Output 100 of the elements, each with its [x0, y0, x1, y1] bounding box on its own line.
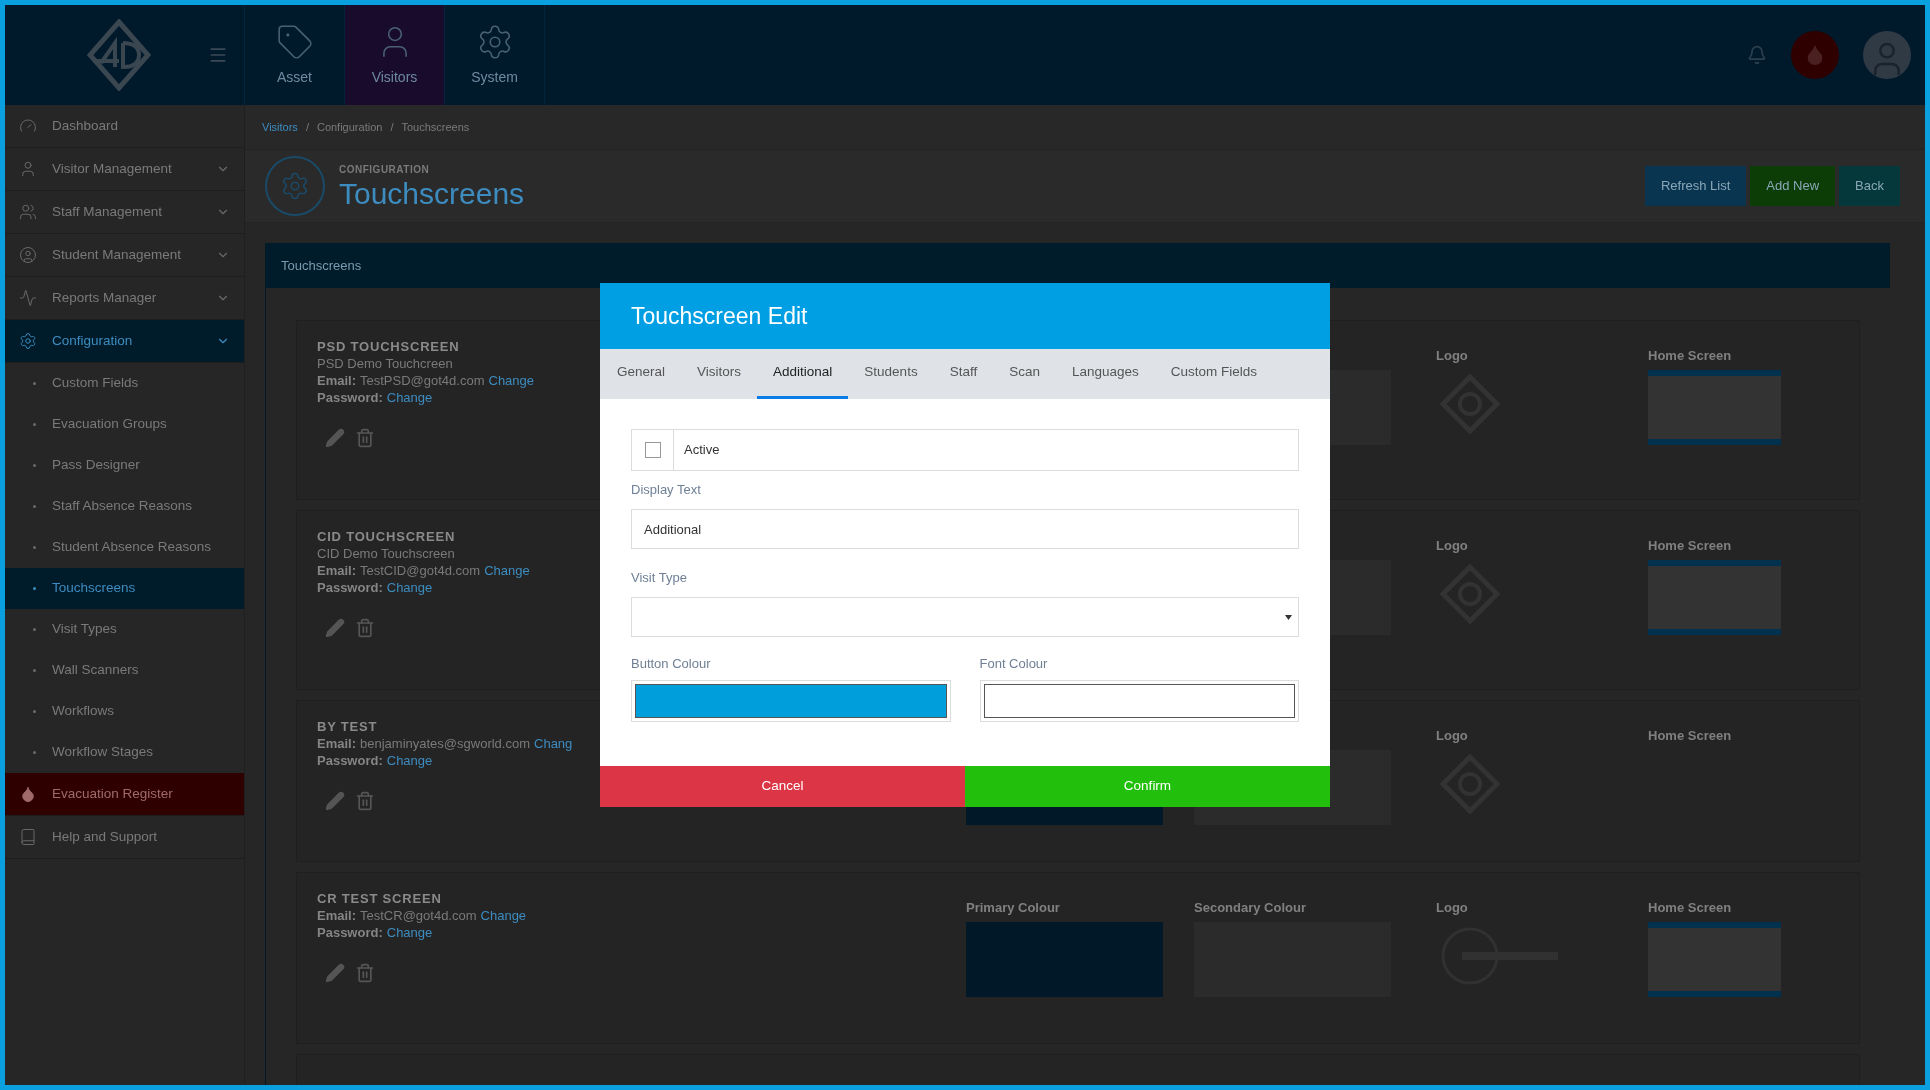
- bullet-icon: [33, 423, 36, 426]
- column-label: Home Screen: [1648, 727, 1732, 744]
- dialog-tab[interactable]: Staff: [933, 349, 994, 399]
- column-label: Logo: [1436, 537, 1468, 554]
- dialog-button[interactable]: Cancel: [600, 766, 965, 807]
- dialog-title: Touchscreen Edit: [631, 301, 808, 331]
- email-label: Email:: [317, 372, 356, 389]
- change-link[interactable]: Chang: [534, 735, 573, 752]
- card-title: CR TEST SCREEN: [317, 890, 442, 907]
- panel-title: Touchscreens: [281, 256, 362, 275]
- column-label: Home Screen: [1648, 899, 1732, 916]
- email-value: TestCID@got4d.com: [360, 562, 481, 579]
- card-title: PSD TOUCHSCREEN: [317, 338, 460, 355]
- password-label: Password:: [317, 579, 383, 596]
- change-link[interactable]: Change: [484, 562, 530, 579]
- password-label: Password:: [317, 752, 383, 769]
- breadcrumb-link[interactable]: Visitors: [262, 118, 298, 136]
- bullet-icon: [33, 546, 36, 549]
- edit-icon[interactable]: [325, 791, 345, 811]
- person-icon: [19, 160, 37, 178]
- breadcrumb-separator: /: [390, 119, 394, 135]
- column-label: Logo: [1436, 899, 1468, 916]
- email-value: TestPSD@got4d.com: [360, 372, 485, 389]
- password-label: Password:: [317, 389, 383, 406]
- sidebar-item[interactable]: Evacuation Register: [5, 773, 244, 816]
- active-checkbox[interactable]: [644, 442, 661, 458]
- avatar-icon[interactable]: [1863, 31, 1911, 79]
- edit-icon[interactable]: [325, 963, 345, 983]
- dialog-tab[interactable]: General: [601, 349, 682, 399]
- column-label: Logo: [1436, 347, 1468, 364]
- book-icon: [19, 828, 37, 846]
- card-description: PSD Demo Touchcreen: [317, 355, 453, 372]
- change-link[interactable]: Change: [386, 579, 433, 596]
- email-label: Email:: [317, 735, 356, 752]
- tag-icon: [275, 22, 314, 61]
- column-label: Home Screen: [1648, 347, 1732, 364]
- password-label: Password:: [317, 924, 383, 941]
- change-link[interactable]: Change: [386, 752, 433, 769]
- delete-icon[interactable]: [355, 791, 375, 811]
- dialog-tab[interactable]: Additional: [757, 349, 849, 399]
- nav-tab[interactable]: Visitors: [345, 5, 445, 105]
- gauge-icon: [19, 117, 37, 135]
- logo-icon: [87, 19, 151, 91]
- dialog-button[interactable]: Confirm: [965, 766, 1330, 807]
- bullet-icon: [33, 464, 36, 467]
- person-circle-icon: [19, 246, 37, 264]
- action-button[interactable]: Refresh List: [1644, 166, 1747, 206]
- card-title: BY TEST: [317, 718, 378, 735]
- edit-icon[interactable]: [325, 618, 345, 638]
- delete-icon[interactable]: [355, 428, 375, 448]
- field-label: Display Text: [631, 481, 701, 499]
- change-link[interactable]: Change: [488, 372, 535, 389]
- card-title: CID TOUCHSCREEN: [317, 528, 456, 545]
- email-value: TestCR@got4d.com: [360, 907, 477, 924]
- breadcrumb-separator: /: [305, 119, 309, 135]
- sidebar-item[interactable]: Touchscreens: [5, 568, 244, 609]
- bullet-icon: [33, 669, 36, 672]
- action-button[interactable]: Back: [1839, 166, 1900, 206]
- dialog-tab[interactable]: Students: [848, 349, 934, 399]
- display-text-field[interactable]: Additional: [631, 509, 1299, 549]
- delete-icon[interactable]: [355, 618, 375, 638]
- breadcrumb-link[interactable]: Touchscreens: [401, 118, 470, 136]
- change-link[interactable]: Change: [386, 389, 433, 406]
- change-link[interactable]: Change: [386, 924, 433, 941]
- dialog-tab[interactable]: Languages: [1055, 349, 1155, 399]
- email-label: Email:: [317, 907, 356, 924]
- column-label: Home Screen: [1648, 537, 1732, 554]
- column-label: Logo: [1436, 727, 1468, 744]
- breadcrumb-link[interactable]: Configuration: [316, 118, 383, 136]
- notification-bell-icon[interactable]: [1747, 45, 1767, 65]
- column-label: Primary Colour: [966, 899, 1060, 916]
- evacuation-alert-icon[interactable]: [1791, 31, 1839, 79]
- change-link[interactable]: Change: [480, 907, 527, 924]
- bullet-icon: [33, 505, 36, 508]
- people-icon: [19, 203, 37, 221]
- chart-icon: [19, 289, 37, 307]
- caret-icon: [1285, 614, 1292, 620]
- action-button[interactable]: Add New: [1750, 166, 1836, 206]
- active-label: Active: [684, 441, 720, 460]
- bullet-icon: [33, 710, 36, 713]
- bullet-icon: [33, 382, 36, 385]
- page-overline: CONFIGURATION: [339, 162, 430, 177]
- field-label: Visit Type: [631, 569, 687, 587]
- dialog-tab[interactable]: Scan: [993, 349, 1056, 399]
- page-title: Touchscreens: [339, 176, 525, 211]
- menu-icon[interactable]: [208, 45, 228, 65]
- field-label: Button Colour: [631, 655, 711, 673]
- email-value: benjaminyates@sgworld.com: [360, 735, 530, 752]
- drop-icon: [19, 785, 37, 803]
- sidebar-item[interactable]: Configuration: [5, 320, 244, 363]
- dialog-tab[interactable]: Visitors: [681, 349, 758, 399]
- delete-icon[interactable]: [355, 963, 375, 983]
- bullet-icon: [33, 628, 36, 631]
- settings-icon: [19, 332, 37, 350]
- visit-type-select[interactable]: [631, 597, 1299, 637]
- edit-icon[interactable]: [325, 428, 345, 448]
- field-label: Font Colour: [979, 655, 1048, 673]
- card-description: CID Demo Touchscreen: [317, 545, 455, 562]
- dialog-tab[interactable]: Custom Fields: [1154, 349, 1274, 399]
- column-label: Secondary Colour: [1194, 899, 1306, 916]
